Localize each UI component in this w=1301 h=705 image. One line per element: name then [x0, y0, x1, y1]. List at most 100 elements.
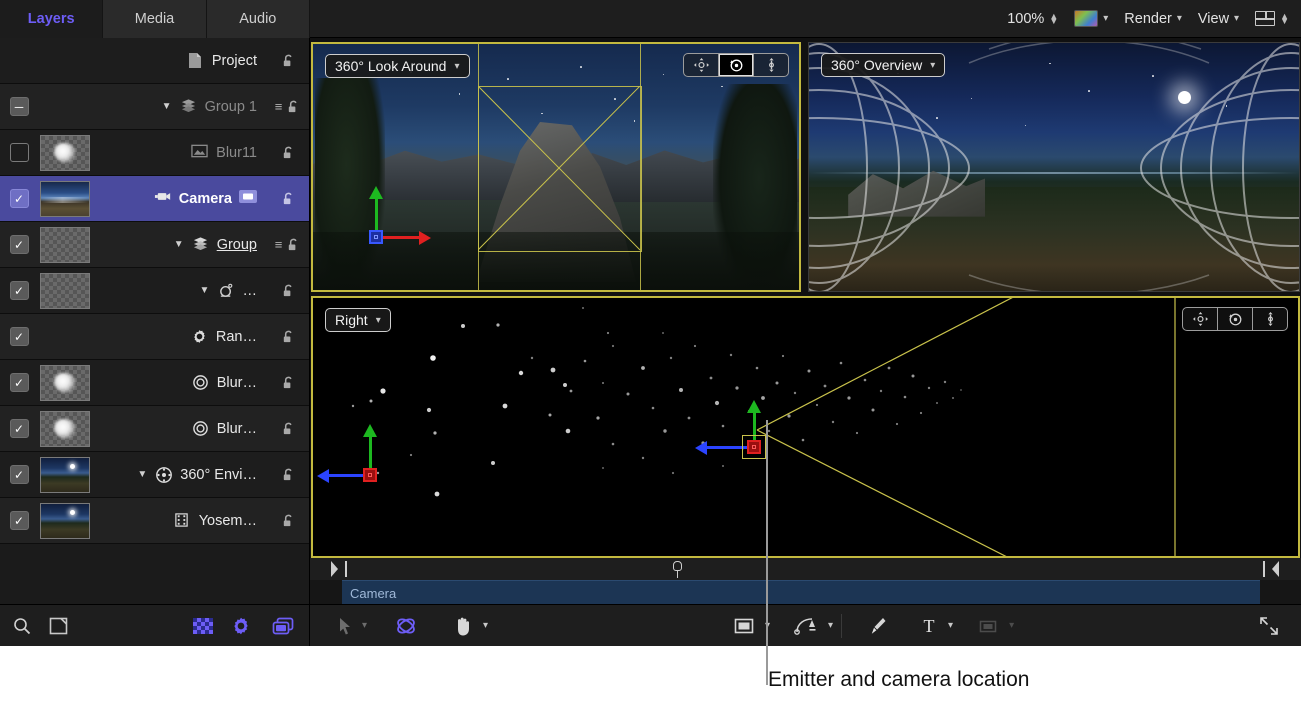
enable-checkbox[interactable]: ✓ — [10, 465, 29, 484]
view-menu[interactable]: View ▾ — [1198, 11, 1239, 27]
chevron-down-icon[interactable]: ▾ — [828, 620, 833, 631]
layer-row-blur11[interactable]: Blur11 — [0, 130, 309, 176]
fullscreen-button[interactable] — [1253, 615, 1285, 637]
enable-checkbox[interactable]: ✓ — [10, 327, 29, 346]
layer-row-yosemite[interactable]: ✓ Yosem… — [0, 498, 309, 544]
viewport-360-look-around[interactable]: 360° Look Around ▾ — [311, 42, 801, 292]
enable-checkbox-cell[interactable] — [0, 143, 38, 162]
color-swatch-icon — [1074, 10, 1098, 27]
color-channels-control[interactable]: ▾ — [1074, 10, 1108, 27]
pan-tool-button[interactable] — [447, 615, 479, 637]
tab-layers[interactable]: Layers — [0, 0, 103, 38]
enable-checkbox-cell[interactable]: ✓ — [0, 189, 38, 208]
layer-row-emitter[interactable]: ✓ ▼ … — [0, 268, 309, 314]
orbit-tool[interactable] — [1218, 308, 1253, 330]
pan-tool[interactable] — [1183, 308, 1218, 330]
search-button[interactable] — [12, 616, 32, 636]
render-menu[interactable]: Render ▾ — [1124, 11, 1182, 27]
inspector-button[interactable] — [271, 616, 295, 636]
disclosure-triangle-icon[interactable]: ▼ — [161, 101, 173, 112]
pan-tool[interactable] — [684, 54, 719, 76]
layer-row-group-1[interactable]: ─ ▼ Group 1 ≡ — [0, 84, 309, 130]
disclosure-triangle-icon[interactable]: ▼ — [136, 469, 148, 480]
enable-checkbox-cell[interactable]: ─ — [0, 97, 38, 116]
lock-cell[interactable] — [267, 467, 309, 482]
enable-checkbox[interactable]: ✓ — [10, 281, 29, 300]
zoom-level-control[interactable]: 100% ▲▼ — [1007, 11, 1058, 27]
viewport-right[interactable]: Right ▾ — [311, 296, 1300, 558]
out-point-marker[interactable] — [1272, 561, 1279, 577]
enable-checkbox-cell[interactable]: ✓ — [0, 419, 38, 438]
timeline-ruler[interactable] — [310, 558, 1301, 581]
bezier-tool-button[interactable] — [788, 615, 824, 637]
gizmo-y-arrow[interactable] — [369, 186, 383, 199]
lock-cell[interactable] — [267, 513, 309, 528]
layer-row-project[interactable]: Project — [0, 38, 309, 84]
mini-timeline[interactable]: Camera — [310, 558, 1301, 604]
layer-row-group[interactable]: ✓ ▼ Group ≡ — [0, 222, 309, 268]
disclosure-triangle-icon[interactable]: ▼ — [199, 285, 211, 296]
tab-audio[interactable]: Audio — [207, 0, 310, 38]
lock-cell[interactable] — [267, 329, 309, 344]
viewport-360-overview[interactable]: 360° Overview ▾ — [808, 42, 1300, 292]
dolly-tool[interactable] — [754, 54, 788, 76]
enable-checkbox-cell[interactable]: ✓ — [0, 235, 38, 254]
dolly-tool[interactable] — [1253, 308, 1287, 330]
lock-cell[interactable] — [267, 191, 309, 206]
timeline-track[interactable]: Camera — [310, 580, 1301, 604]
tab-media[interactable]: Media — [103, 0, 206, 38]
lock-cell[interactable] — [267, 421, 309, 436]
lock-cell[interactable]: ≡ — [267, 99, 309, 114]
enable-checkbox-cell[interactable]: ✓ — [0, 281, 38, 300]
enable-checkbox-cell[interactable]: ✓ — [0, 327, 38, 346]
chevron-down-icon[interactable]: ▾ — [1009, 620, 1014, 631]
lock-cell[interactable] — [267, 145, 309, 160]
select-tool-button[interactable] — [332, 617, 358, 635]
checkerboard-button[interactable] — [193, 618, 213, 634]
enable-checkbox[interactable]: ✓ — [10, 511, 29, 530]
layer-thumbnail — [40, 457, 90, 493]
new-group-button[interactable] — [48, 616, 70, 636]
chevron-down-icon[interactable]: ▾ — [362, 620, 367, 631]
enable-checkbox-cell[interactable]: ✓ — [0, 511, 38, 530]
chevron-down-icon[interactable]: ▾ — [948, 620, 953, 631]
layer-row-360-environment[interactable]: ✓ ▼ 360° Envi… — [0, 452, 309, 498]
shape-tool-button[interactable] — [727, 616, 761, 636]
lock-cell[interactable] — [267, 283, 309, 298]
layout-menu[interactable]: ▲▼ — [1255, 11, 1289, 26]
enable-checkbox[interactable]: ✓ — [10, 189, 29, 208]
lock-cell[interactable]: ≡ — [267, 237, 309, 252]
gizmo-origin[interactable] — [369, 230, 383, 244]
paint-tool-button[interactable] — [860, 615, 892, 637]
behaviors-button[interactable] — [231, 616, 251, 636]
enable-checkbox[interactable]: ✓ — [10, 235, 29, 254]
enable-checkbox-cell[interactable]: ✓ — [0, 465, 38, 484]
gizmo-x-axis[interactable] — [383, 236, 421, 239]
3d-transform-tool-button[interactable] — [389, 615, 423, 637]
viewport-label-right[interactable]: Right ▾ — [325, 308, 391, 332]
viewport-label-overview[interactable]: 360° Overview ▾ — [821, 53, 945, 77]
timeline-clip-camera[interactable]: Camera — [342, 580, 1260, 605]
in-point-marker[interactable] — [331, 561, 338, 577]
layer-row-blur-b[interactable]: ✓ Blur… — [0, 406, 309, 452]
enable-checkbox[interactable]: ✓ — [10, 373, 29, 392]
enable-checkbox[interactable]: ✓ — [10, 419, 29, 438]
gizmo-x-arrow[interactable] — [419, 231, 431, 245]
lock-cell[interactable] — [267, 375, 309, 390]
enable-checkbox-cell[interactable]: ✓ — [0, 373, 38, 392]
disclosure-triangle-icon[interactable]: ▼ — [173, 239, 185, 250]
enable-checkbox[interactable]: ─ — [10, 97, 29, 116]
mask-tool-button[interactable] — [971, 616, 1005, 636]
layer-row-blur-a[interactable]: ✓ Blur… — [0, 360, 309, 406]
viewport-label-look-around[interactable]: 360° Look Around ▾ — [325, 54, 470, 78]
orbit-tool[interactable] — [719, 54, 754, 76]
chevron-down-icon[interactable]: ▾ — [483, 620, 488, 631]
unlock-icon — [281, 191, 296, 206]
keyframe-marker[interactable] — [673, 561, 682, 578]
layer-row-random[interactable]: ✓ Ran… — [0, 314, 309, 360]
layer-row-camera[interactable]: ✓ Camera — [0, 176, 309, 222]
text-tool-button[interactable]: T — [914, 616, 944, 636]
filter-icon — [192, 374, 210, 392]
lock-cell[interactable] — [267, 53, 309, 68]
enable-checkbox[interactable] — [10, 143, 29, 162]
